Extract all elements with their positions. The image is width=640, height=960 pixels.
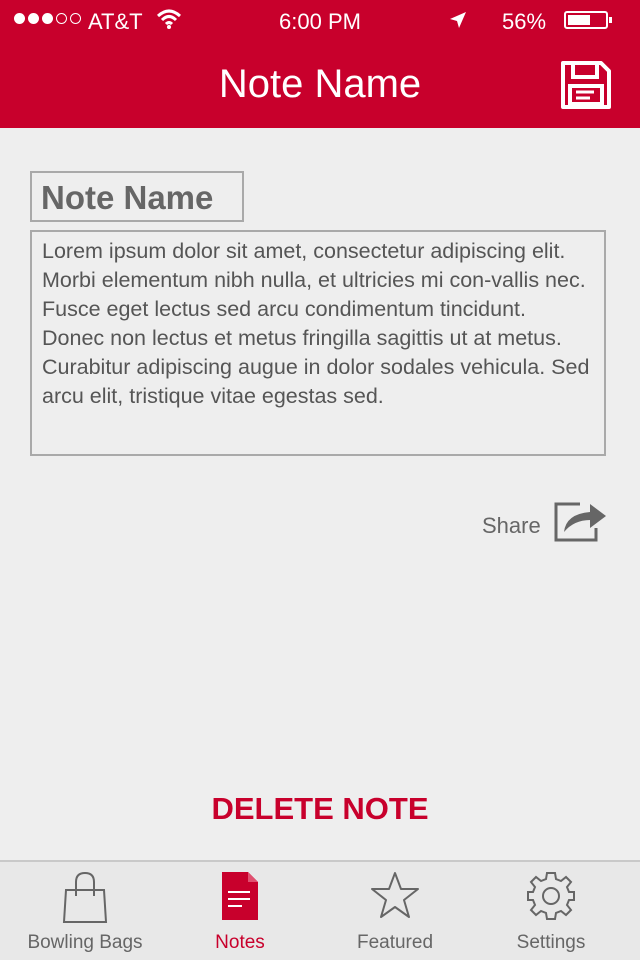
floppy-disk-icon	[561, 61, 611, 109]
tab-label: Bowling Bags	[27, 932, 143, 953]
tab-label: Notes	[215, 932, 265, 953]
save-button[interactable]	[560, 60, 612, 110]
page-title: Note Name	[218, 62, 422, 106]
tab-settings[interactable]: Settings	[471, 862, 631, 960]
battery-icon	[564, 11, 612, 29]
star-icon	[371, 872, 419, 918]
document-icon	[222, 872, 258, 920]
tab-label: Settings	[516, 932, 586, 953]
share-button[interactable]: Share	[470, 496, 610, 546]
note-name-field[interactable]: Note Name	[30, 171, 244, 222]
tab-featured[interactable]: Featured	[315, 862, 475, 960]
note-body-field[interactable]: Lorem ipsum dolor sit amet, consectetur …	[30, 230, 606, 456]
status-bar: AT&T 6:00 PM 56%	[0, 0, 640, 40]
tab-label: Featured	[356, 932, 434, 953]
location-arrow-icon	[448, 10, 468, 36]
gear-icon	[527, 872, 575, 920]
delete-note-button[interactable]: DELETE NOTE	[0, 791, 640, 827]
tab-bowling-bags[interactable]: Bowling Bags	[5, 862, 165, 960]
header-bar: AT&T 6:00 PM 56% Note Name	[0, 0, 640, 128]
share-label: Share	[482, 513, 541, 538]
share-arrow-icon	[552, 496, 608, 549]
tab-notes[interactable]: Notes	[160, 862, 320, 960]
battery-percent: 56%	[502, 9, 547, 34]
tab-bar: Bowling Bags Notes Featured Settings	[0, 860, 640, 960]
bag-icon	[62, 871, 108, 923]
